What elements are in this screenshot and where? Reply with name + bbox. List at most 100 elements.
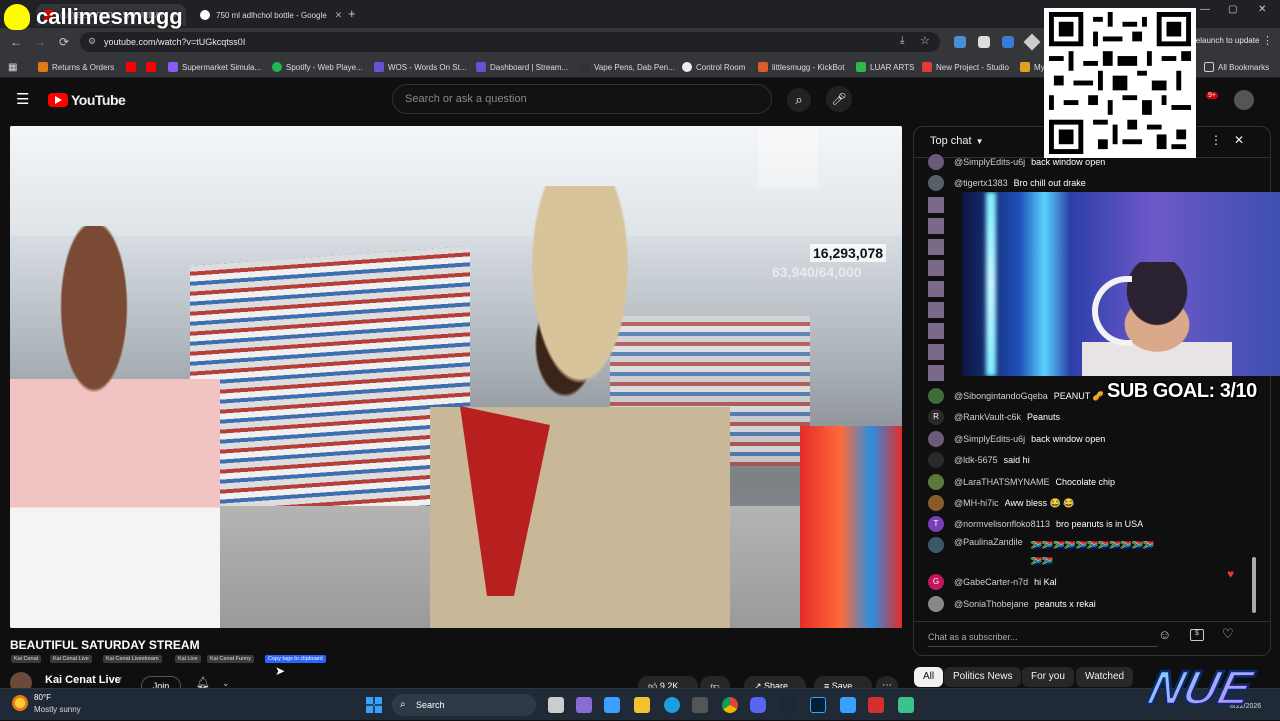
heart-icon[interactable]: ♡ — [1222, 626, 1234, 642]
tag-pill[interactable]: Kai Cenat Funny — [207, 655, 254, 663]
bookmark-supermarket[interactable]: Supermarket Simula... — [168, 60, 261, 74]
search-icon[interactable]: ⌕ — [787, 88, 811, 112]
video-player[interactable]: 16,293,078 63,940/64,000 — [10, 126, 902, 628]
bookmark-returns[interactable]: Returns & Orders — [38, 60, 114, 74]
notepad-icon[interactable] — [840, 697, 856, 713]
search-placeholder: Search or ask a question — [405, 93, 527, 105]
site-info-icon[interactable]: ⚙ — [88, 36, 96, 47]
chat-message[interactable]: @PaulinaZandile 🇿🇦🇿🇦🇿🇦🇿🇦🇿🇦🇿🇦🇿🇦🇿🇦🇿🇦🇿🇦🇿🇦🇿🇦… — [928, 537, 1155, 573]
chat-message[interactable]: @SimplyEdits-u6j back window open — [928, 430, 1105, 448]
avatar: G — [928, 574, 944, 590]
chat-message[interactable]: T @normvelisonfloko8113 bro peanuts is in… — [928, 515, 1143, 533]
chat-close-icon[interactable]: ✕ — [1234, 133, 1244, 147]
youtube-logo[interactable]: YouTube — [48, 92, 126, 108]
bookmark-control-room[interactable]: Control Room — [682, 60, 745, 74]
bookmark-my[interactable]: My — [1020, 60, 1045, 74]
heart-reaction-icon: ♥ — [1227, 567, 1235, 581]
bookmark-new-project[interactable]: New Project - Studio — [922, 60, 1009, 74]
chat-message[interactable]: R @RankVault-c6k Peanuts — [928, 408, 1060, 426]
chrome-icon[interactable] — [722, 697, 738, 713]
chat-message[interactable]: @ldk-5675 said hi — [928, 451, 1030, 469]
chat-more-icon[interactable]: ⋮ — [1210, 133, 1222, 147]
emoji-icon[interactable]: ☺ — [1158, 627, 1171, 642]
microphone-icon[interactable]: 🎤︎ — [826, 86, 852, 112]
app-icon[interactable] — [898, 697, 914, 713]
steam-icon[interactable] — [780, 697, 796, 713]
close-window-icon[interactable]: ✕ — [1258, 4, 1266, 15]
youtube-wordmark: YouTube — [71, 92, 126, 108]
tag-pill[interactable]: Kai Cenat — [11, 655, 42, 663]
bookmark-luar[interactable]: LUAR ARTS — [856, 60, 914, 74]
photoshop-icon[interactable] — [810, 697, 826, 713]
bookmark-kickbot[interactable]: littlesmugg - KickBot — [758, 60, 844, 74]
file-explorer-icon[interactable] — [634, 697, 650, 713]
channel-name[interactable]: Kai Cenat Live — [45, 674, 121, 686]
relaunch-button[interactable]: Relaunch to update — [1190, 36, 1259, 45]
start-button-icon[interactable] — [366, 697, 382, 713]
chat-input[interactable]: Chat as a subscriber... — [928, 627, 1158, 647]
tag-pill[interactable]: Kai Cenat Livestream — [103, 655, 162, 663]
weather-icon[interactable] — [12, 695, 28, 711]
back-icon[interactable]: ← — [8, 34, 24, 50]
taskbar-search[interactable]: ⌕ Search — [392, 694, 536, 716]
tag-pill[interactable]: Kai Live — [175, 655, 201, 663]
chat-message[interactable]: @tigertx1383 Bro chill out drake — [928, 174, 1086, 192]
chip-politics-news[interactable]: Politics News — [944, 667, 1022, 687]
youtube-bookmark-icon[interactable] — [146, 60, 160, 74]
weather-temp: 80°F — [34, 693, 51, 702]
menu-kebab-icon[interactable]: ⋮ — [1262, 34, 1273, 47]
chat-message[interactable]: @SoniaThobejane peanuts x rekai — [928, 595, 1096, 613]
chat-message[interactable]: @MH-hi7ic Aww bless 😂 😂 — [928, 494, 1074, 512]
top-chat-dropdown[interactable]: Top chat ▼ — [930, 135, 984, 147]
stream-chat-overlay — [758, 128, 818, 188]
bookmark-spotify[interactable]: Spotify - Web Playe... — [272, 60, 363, 74]
avatar: T — [928, 516, 944, 532]
bookmark-dashboard[interactable]: Dashboard | Stream... — [476, 60, 568, 74]
extension-icon[interactable] — [1023, 33, 1041, 51]
chip-watched[interactable]: Watched — [1076, 667, 1134, 687]
tag-pill[interactable]: Kai Cenat Live — [50, 655, 92, 663]
url-field[interactable]: ⚙ youtube.com/watch?v=tUGkcqtss0I — [80, 32, 940, 52]
close-icon[interactable]: ✕ — [335, 10, 342, 21]
app-icon[interactable] — [604, 697, 620, 713]
avatar — [928, 537, 944, 553]
chat-message[interactable]: G @GabeCarter-n7d hi Kal — [928, 573, 1057, 591]
chip-for-you[interactable]: For you — [1022, 667, 1074, 687]
reload-icon[interactable]: ⟳ — [56, 34, 72, 50]
chat-message[interactable]: @LaraTHATSMYNAME Chocolate chip — [928, 473, 1115, 491]
discord-icon[interactable] — [750, 697, 766, 713]
chat-scrollbar[interactable] — [1252, 557, 1256, 613]
edge-icon[interactable] — [664, 697, 680, 713]
store-icon[interactable] — [692, 697, 708, 713]
tab-google[interactable]: 750 ml adlhchol bottle - Google ✕ — [192, 4, 342, 26]
minimize-icon[interactable]: — — [1200, 4, 1210, 15]
apps-grid-icon[interactable]: ▦ — [8, 60, 17, 74]
chat-message[interactable]: @SibongintandoGqeba PEANUT 🥜 — [928, 387, 1104, 405]
maximize-icon[interactable]: ▢ — [1228, 4, 1237, 15]
avatar[interactable] — [1234, 90, 1254, 110]
extension-icon[interactable] — [954, 36, 966, 48]
copy-tags-button[interactable]: Copy tags to clipboard — [265, 655, 326, 663]
forward-icon[interactable]: → — [32, 34, 48, 50]
app-icon[interactable] — [868, 697, 884, 713]
extension-icon[interactable] — [1002, 36, 1014, 48]
drinks-display — [800, 426, 902, 628]
avatar — [928, 452, 944, 468]
bookmark-vape[interactable]: Vape Pens, Dab Pen... — [580, 60, 675, 74]
new-tab-button[interactable]: + — [348, 6, 356, 21]
bookmark-star-icon[interactable]: ☆ — [920, 34, 930, 47]
store-shelf — [190, 246, 470, 526]
extension-icon[interactable] — [978, 36, 990, 48]
chip-all[interactable]: All — [914, 667, 944, 687]
super-chat-icon[interactable]: $ — [1190, 629, 1204, 641]
task-view-icon[interactable] — [548, 697, 564, 713]
bookmark-wos[interactable]: WOS - Words On St... — [374, 60, 467, 74]
search-input[interactable]: Search or ask a question ⌕ — [392, 84, 811, 114]
avatar: R — [928, 409, 944, 425]
youtube-bookmark-icon[interactable] — [126, 60, 140, 74]
hamburger-menu-icon[interactable]: ☰ — [16, 90, 29, 108]
all-bookmarks[interactable]: All Bookmarks — [1204, 60, 1269, 74]
copilot-icon[interactable] — [576, 697, 592, 713]
install-icon[interactable]: ⤓ — [900, 35, 904, 46]
chat-avatar-column — [928, 197, 944, 383]
